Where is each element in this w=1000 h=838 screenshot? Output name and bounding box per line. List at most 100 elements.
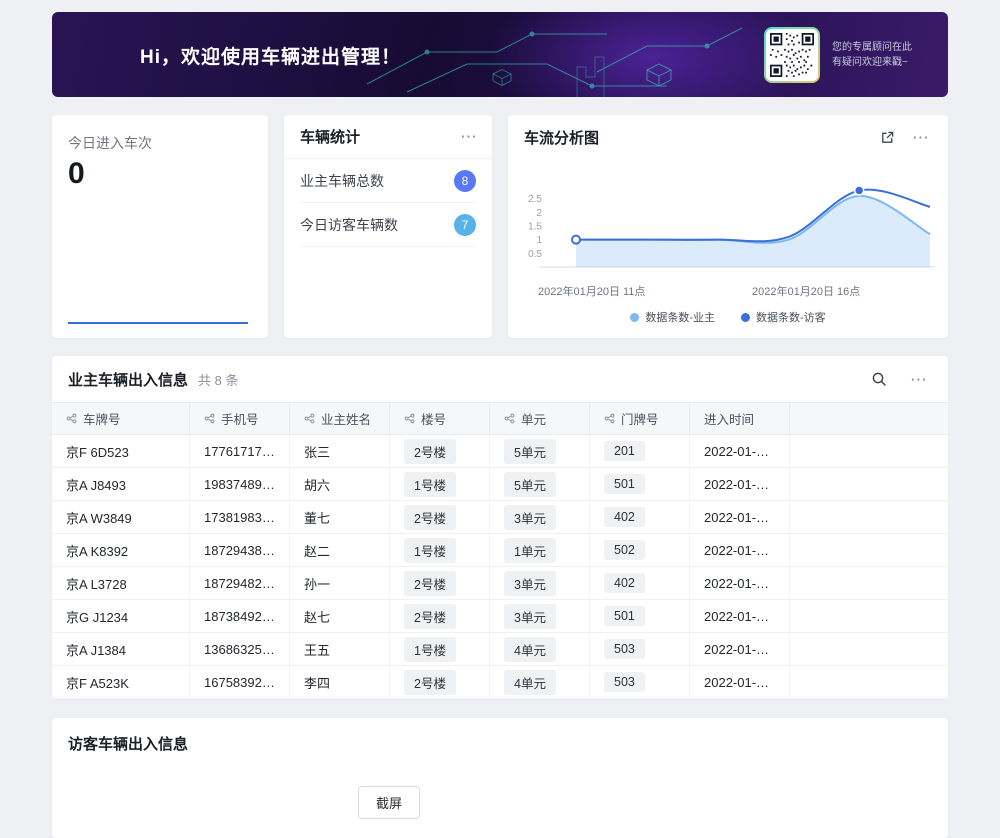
cell-tag: 2号楼 [404,604,456,629]
cell-tag: 2号楼 [404,505,456,530]
table-row: 京F 6D52317761717…张三2号楼5单元2012022-01-… [52,435,948,468]
column-header-label: 进入时间 [704,409,754,428]
table-cell: 5单元 [490,435,590,467]
column-header-label: 门牌号 [621,409,659,428]
field-type-icon [404,413,415,424]
column-header-label: 业主姓名 [321,409,371,428]
qr-caption-line1: 您的专属顾问在此 [832,40,912,55]
visitor-vehicle-table-card: 访客车辆出入信息 截屏 [52,718,948,838]
column-header: 车牌号 [52,403,190,434]
more-ellipsis-icon[interactable]: ⋯ [460,128,478,145]
circuit-city-illustration [347,12,757,97]
stat-label: 业主车辆总数 [300,171,384,191]
table-more-ellipsis-icon[interactable]: ⋯ [908,368,930,390]
field-type-icon [304,413,315,424]
table-cell: 3单元 [490,600,590,632]
banner-greeting: Hi，欢迎使用车辆进出管理！ [140,42,401,69]
peak-point-marker [855,186,864,195]
table-cell: 董七 [290,501,390,533]
table-cell: 2022-01-… [690,534,790,566]
table-cell: 2022-01-… [690,600,790,632]
column-header: 手机号 [190,403,290,434]
table-cell: 2号楼 [390,600,490,632]
vehicle-stats-title: 车辆统计 [300,126,360,147]
table-cell: 京A W3849 [52,501,190,533]
search-icon[interactable] [868,368,890,390]
stat-label: 今日访客车辆数 [300,215,398,235]
visitor-today-badge: 7 [454,214,476,236]
table-cell: 18729482… [190,567,290,599]
table-cell: 京F 6D523 [52,435,190,467]
today-entries-value: 0 [68,157,85,191]
today-entries-card: 今日进入车次 0 [52,115,268,338]
legend-item[interactable]: 数据条数-业主 [630,309,715,325]
table-cell: 4单元 [490,633,590,665]
cell-tag: 4单元 [504,670,556,695]
column-header: 楼号 [390,403,490,434]
table-cell: 402 [590,567,690,599]
table-cell-empty [790,468,948,500]
y-tick-label: 1.5 [528,222,542,233]
field-type-icon [66,413,77,424]
traffic-analysis-card: 车流分析图 ⋯ 0.511.522.5 2022年01月20日 11点 2022… [508,115,948,338]
table-cell: 5单元 [490,468,590,500]
column-header-label: 单元 [521,409,546,428]
table-row: 京A K839218729438…赵二1号楼1单元5022022-01-… [52,534,948,567]
cell-tag: 3单元 [504,505,556,530]
table-cell: 2022-01-… [690,666,790,698]
table-cell: 501 [590,600,690,632]
welcome-banner: Hi，欢迎使用车辆进出管理！ 您的专属顾问在此 有疑问欢迎来戳~ [52,12,948,97]
table-cell: 16758392… [190,666,290,698]
owner-total-badge: 8 [454,170,476,192]
cell-tag: 2号楼 [404,439,456,464]
table-cell: 2022-01-… [690,468,790,500]
owner-table-body: 京F 6D52317761717…张三2号楼5单元2012022-01-…京A … [52,435,948,699]
table-cell: 1单元 [490,534,590,566]
field-type-icon [604,413,615,424]
table-cell: 京A K8392 [52,534,190,566]
table-cell: 2022-01-… [690,633,790,665]
table-cell: 胡六 [290,468,390,500]
x-axis-label-end: 2022年01月20日 16点 [752,283,860,299]
table-cell: 京F A523K [52,666,190,698]
y-tick-label: 0.5 [528,249,542,260]
chart-more-ellipsis-icon[interactable]: ⋯ [910,126,932,148]
table-cell: 赵二 [290,534,390,566]
qr-caption-line2: 有疑问欢迎来戳~ [832,55,912,70]
column-header-label: 车牌号 [83,409,121,428]
cell-tag: 5单元 [504,439,556,464]
consultant-qr-code[interactable] [764,27,820,83]
table-cell: 3单元 [490,501,590,533]
table-cell: 张三 [290,435,390,467]
table-cell: 13686325… [190,633,290,665]
legend-dot-icon [741,313,750,322]
today-entries-sparkline [68,322,248,324]
stat-item-owner-total: 业主车辆总数 8 [300,159,476,203]
qr-pattern-icon [770,33,814,77]
cell-tag: 1号楼 [404,637,456,662]
owner-vehicle-table-card: 业主车辆出入信息 共 8 条 ⋯ 车牌号手机号业主姓名楼号单元门牌号进入时间 京… [52,356,948,699]
cell-tag: 3单元 [504,604,556,629]
table-cell: 1号楼 [390,633,490,665]
owner-table-count: 共 8 条 [198,370,238,389]
cell-tag: 402 [604,507,645,527]
table-cell: 2022-01-… [690,567,790,599]
table-row: 京G J123418738492…赵七2号楼3单元5012022-01-… [52,600,948,633]
table-cell-empty [790,567,948,599]
open-external-icon[interactable] [876,126,898,148]
table-cell: 402 [590,501,690,533]
table-cell: 2号楼 [390,666,490,698]
table-cell: 201 [590,435,690,467]
table-cell: 4单元 [490,666,590,698]
cell-tag: 4单元 [504,637,556,662]
table-cell: 1号楼 [390,468,490,500]
cell-tag: 3单元 [504,571,556,596]
table-cell: 王五 [290,633,390,665]
cell-tag: 502 [604,540,645,560]
legend-item[interactable]: 数据条数-访客 [741,309,826,325]
visitor-section-button[interactable]: 截屏 [358,786,420,819]
table-cell: 18738492… [190,600,290,632]
table-cell: 19837489… [190,468,290,500]
table-cell: 503 [590,666,690,698]
table-cell: 2号楼 [390,501,490,533]
